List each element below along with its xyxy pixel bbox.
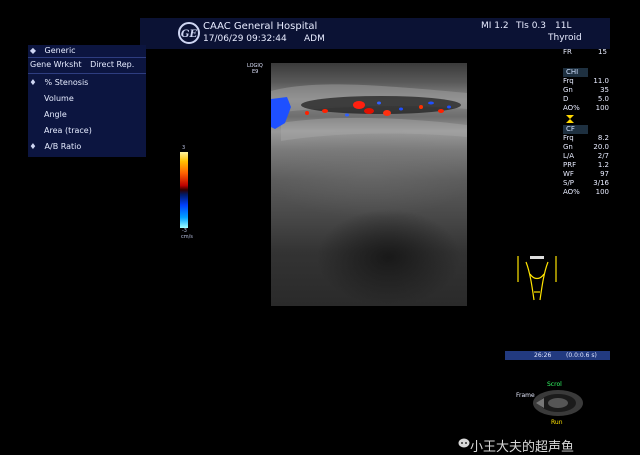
menu-item-label: % Stenosis [44,78,89,87]
measurement-menu: ◆ Generic Gene Wrksht Direct Rep. ♦ % St… [28,45,146,157]
menu-item-label: Volume [44,94,74,103]
system-label-line2: E9 [252,69,259,75]
folder-icon: ♦ [29,78,37,87]
chi-row: Frq 11.0 [563,77,609,85]
tis-readout: TIs 0.3 [516,21,547,31]
watermark-text: 小王大夫的超声鱼 [470,440,575,455]
trackball-icon[interactable] [532,389,584,417]
menu-item-label: A/B Ratio [44,142,82,151]
menu-item-area-trace[interactable]: Area (trace) [28,126,146,141]
operator-id: ADM [304,34,325,44]
chat-bubble-icon [458,438,470,448]
thyroid-bodymark-icon [517,256,557,301]
mi-readout: MI 1.2 [481,21,509,31]
cf-header: CF [563,125,588,134]
cf-row: AO% 100 [563,188,609,196]
ultrasound-image[interactable] [271,63,467,306]
tab-gene-wrksht[interactable]: Gene Wrksht [28,60,82,69]
folder-icon: ♦ [29,142,37,151]
fr-key: FR [563,48,572,56]
menu-item-label: Angle [44,110,67,119]
cf-row: Gn 20.0 [563,143,609,151]
tab-direct-rep[interactable]: Direct Rep. [84,60,134,69]
exam-datetime: 17/06/29 09:32:44 [203,34,287,44]
menu-item-ab-ratio[interactable]: ♦ A/B Ratio [28,142,146,157]
menu-item-label: Area (trace) [44,126,92,135]
cine-time: (0.0:0.6 s) [566,352,597,359]
hospital-name: CAAC General Hospital [203,21,318,32]
chi-header: CHI [563,68,588,77]
menu-title: Generic [44,46,76,55]
probe-name: 11L [555,21,572,31]
scale-unit: cm/s [181,234,193,240]
chi-row: D 5.0 [563,95,609,103]
menu-item-angle[interactable]: Angle [28,110,146,125]
doppler-overlay [271,84,467,141]
chi-row: Gn 35 [563,86,609,94]
menu-title-row[interactable]: ◆ Generic [28,46,146,61]
cf-row: Frq 8.2 [563,134,609,142]
divider [28,73,146,74]
chi-row: AO% 100 [563,104,609,112]
cine-frame: 26:26 [534,352,552,359]
scale-top-label: 3 [182,145,186,151]
cf-row: L/A 2/7 [563,152,609,160]
menu-item-stenosis[interactable]: ♦ % Stenosis [28,78,146,93]
preset-name: Thyroid [548,33,582,43]
scroll-label: Scrol [547,381,562,388]
color-velocity-scale [180,152,188,228]
cf-row: S/P 3/16 [563,179,609,187]
menu-item-volume[interactable]: Volume [28,94,146,109]
hourglass-icon [566,115,574,123]
cf-row: WF 97 [563,170,609,178]
fr-value: 15 [598,48,607,56]
diamond-icon: ◆ [29,46,37,55]
system-label: LOGIQ E9 [247,63,263,75]
ge-logo: GE [178,22,200,44]
divider [28,57,146,58]
run-label: Run [551,419,563,426]
cf-row: PRF 1.2 [563,161,609,169]
